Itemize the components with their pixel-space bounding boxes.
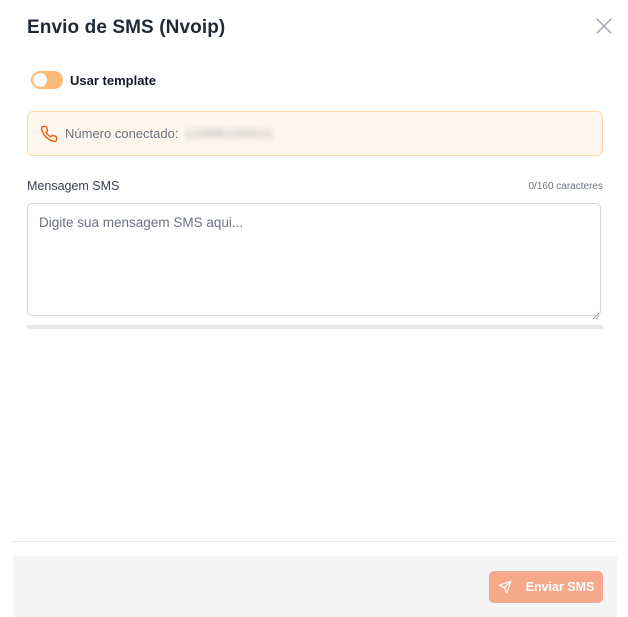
footer-divider <box>13 541 617 542</box>
send-sms-button[interactable]: Enviar SMS <box>489 571 603 603</box>
sms-modal: Envio de SMS (Nvoip) Usar template Númer… <box>0 0 628 617</box>
message-textarea[interactable] <box>27 203 601 316</box>
character-counter: 0/160 caracteres <box>528 181 604 192</box>
textarea-underline-bar <box>27 325 603 329</box>
phone-icon <box>40 125 58 143</box>
modal-title: Envio de SMS (Nvoip) <box>27 17 226 38</box>
send-icon <box>498 580 512 594</box>
toggle-knob <box>33 73 47 87</box>
connected-number-label: Número conectado: <box>65 126 179 141</box>
connected-number-box: Número conectado: 12988106611 <box>27 111 603 156</box>
resize-handle-icon[interactable] <box>592 307 600 320</box>
template-toggle-row: Usar template <box>31 70 156 90</box>
template-toggle[interactable] <box>31 71 63 89</box>
connected-number-value: 12988106611 <box>184 126 275 141</box>
close-icon[interactable] <box>594 16 614 36</box>
message-label: Mensagem SMS <box>27 179 120 193</box>
send-sms-label: Enviar SMS <box>525 580 595 594</box>
template-toggle-label: Usar template <box>70 72 156 88</box>
